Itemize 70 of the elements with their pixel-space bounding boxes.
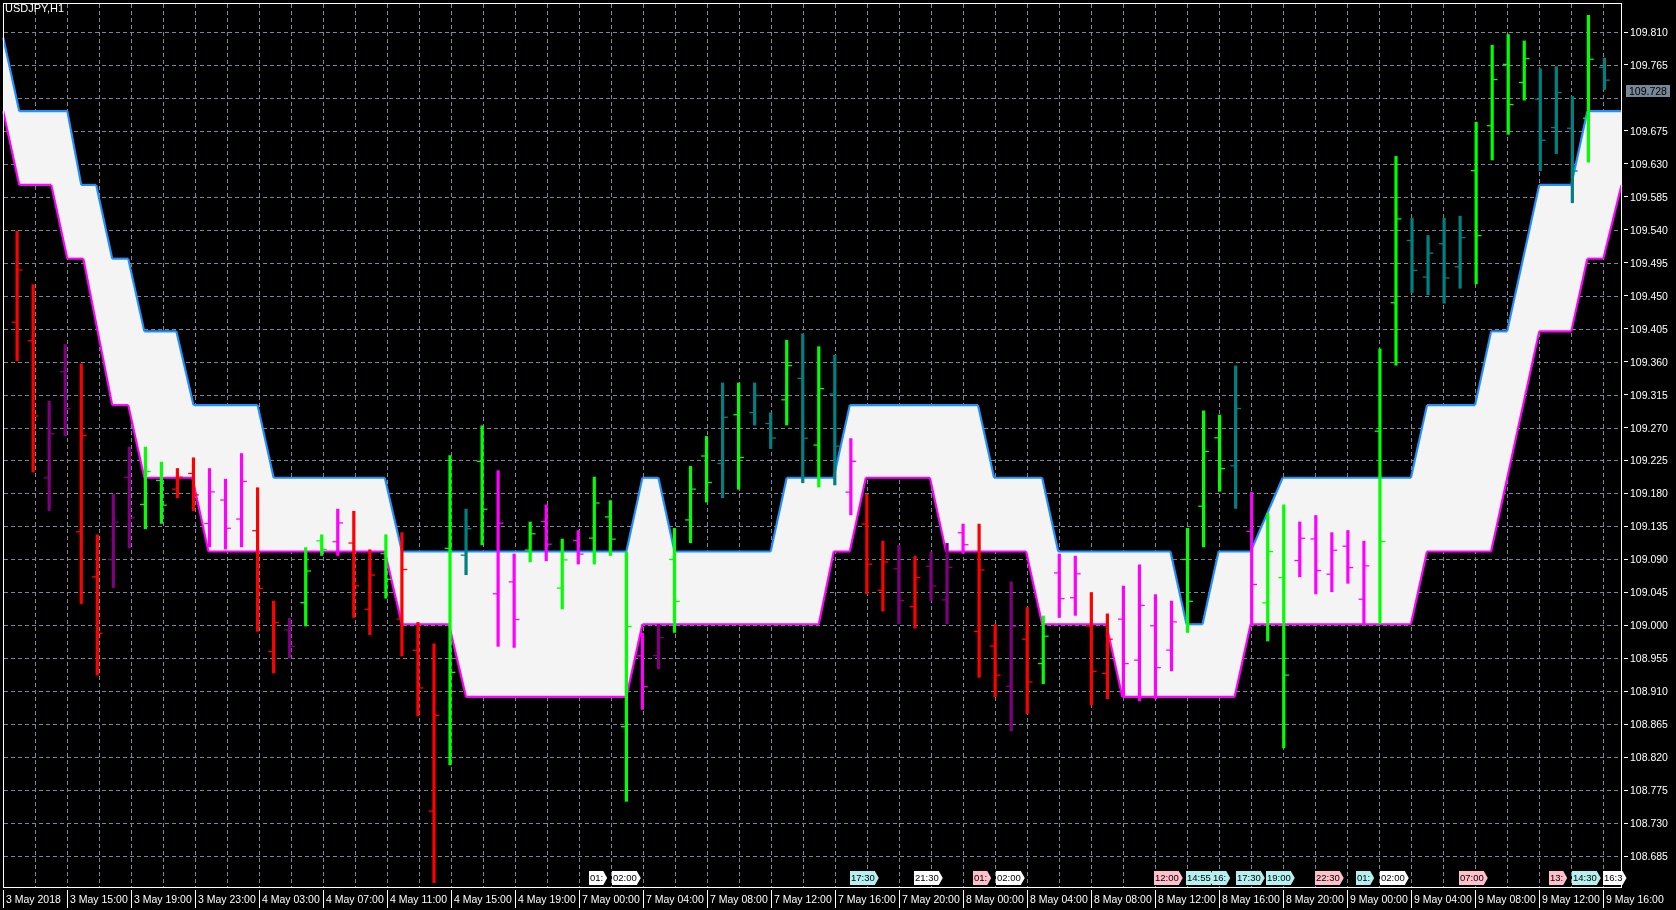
event-marker[interactable]: 07:00 [1459,871,1488,885]
time-tick-label: 4 May 15:00 [451,890,512,908]
event-marker[interactable]: 02:00 [1380,871,1409,885]
price-tick-label: 109.000 [1624,619,1668,632]
price-tick-label: 109.045 [1624,586,1668,599]
price-tick-label: 108.685 [1624,850,1668,862]
event-marker[interactable]: 16: [1212,871,1231,885]
price-tick-label: 109.765 [1624,58,1668,71]
time-tick-label: 4 May 03:00 [259,890,320,908]
time-tick-label: 4 May 11:00 [387,890,447,908]
event-marker[interactable]: 21:30 [914,871,943,885]
time-tick-label: 3 May 2018 [3,890,61,908]
event-marker[interactable]: 01: [1356,871,1375,885]
price-tick-label: 108.820 [1624,751,1668,764]
time-tick-label: 7 May 04:00 [643,890,704,908]
price-tick-label: 109.090 [1624,553,1668,566]
time-tick-label: 7 May 12:00 [771,890,832,908]
price-tick-label: 109.450 [1624,289,1668,302]
event-marker[interactable]: 13: [1549,871,1568,885]
price-tick-label: 109.180 [1624,487,1668,500]
time-tick-label: 9 May 04:00 [1411,890,1472,908]
event-marker[interactable]: 01: [589,871,608,885]
event-marker[interactable]: 02:00 [612,871,641,885]
price-tick-label: 109.495 [1624,256,1668,269]
time-tick-label: 9 May 16:00 [1603,890,1664,908]
time-tick-label: 4 May 07:00 [323,890,384,908]
price-tick-label: 108.910 [1624,685,1668,698]
price-tick-label: 109.630 [1624,157,1668,170]
price-tick-label: 108.730 [1624,817,1668,830]
time-tick-label: 9 May 08:00 [1475,890,1536,908]
time-tick-label: 8 May 12:00 [1155,890,1216,908]
price-tick-label: 109.135 [1624,520,1668,533]
time-tick-label: 8 May 04:00 [1027,890,1088,908]
event-marker[interactable]: 12:00 [1154,871,1183,885]
price-tick-label: 108.955 [1624,652,1668,665]
event-marker[interactable]: 19:00 [1266,871,1295,885]
price-tick-label: 109.225 [1624,454,1668,467]
price-tick-label: 109.585 [1624,190,1668,203]
event-marker[interactable]: 17:30 [1236,871,1265,885]
chart-title: USDJPY,H1 [5,2,65,14]
event-marker[interactable]: 14:30 [1572,871,1601,885]
time-tick-label: 7 May 20:00 [899,890,960,908]
time-tick-label: 3 May 23:00 [195,890,256,908]
event-marker[interactable]: 17:30 [850,871,879,885]
price-tick-label: 109.405 [1624,322,1668,335]
time-tick-label: 3 May 15:00 [67,890,128,908]
time-tick-label: 7 May 00:00 [579,890,640,908]
price-tick-label: 109.360 [1624,355,1668,368]
event-marker[interactable]: 01: [973,871,992,885]
event-marker[interactable]: 16:3 [1603,871,1627,885]
event-marker[interactable]: 02:00 [996,871,1025,885]
time-tick-label: 9 May 00:00 [1347,890,1408,908]
price-tick-label: 109.675 [1624,124,1668,137]
time-tick-label: 7 May 16:00 [835,890,896,908]
time-tick-label: 9 May 12:00 [1539,890,1600,908]
time-tick-label: 3 May 19:00 [131,890,192,908]
price-tick-label: 109.270 [1624,421,1668,434]
time-tick-label: 7 May 08:00 [707,890,768,908]
time-tick-label: 8 May 00:00 [963,890,1024,908]
price-tick-label: 108.865 [1624,718,1668,731]
event-marker[interactable]: 22:30 [1315,871,1344,885]
time-tick-label: 8 May 08:00 [1091,890,1152,908]
time-tick-label: 8 May 20:00 [1283,890,1344,908]
price-tick-label: 109.810 [1624,26,1668,38]
current-price-label: 109.728 [1626,85,1670,97]
time-tick-label: 8 May 16:00 [1219,890,1280,908]
price-tick-label: 109.315 [1624,388,1668,401]
time-tick-label: 4 May 19:00 [515,890,576,908]
price-tick-label: 109.540 [1624,223,1668,236]
price-tick-label: 108.775 [1624,784,1668,797]
